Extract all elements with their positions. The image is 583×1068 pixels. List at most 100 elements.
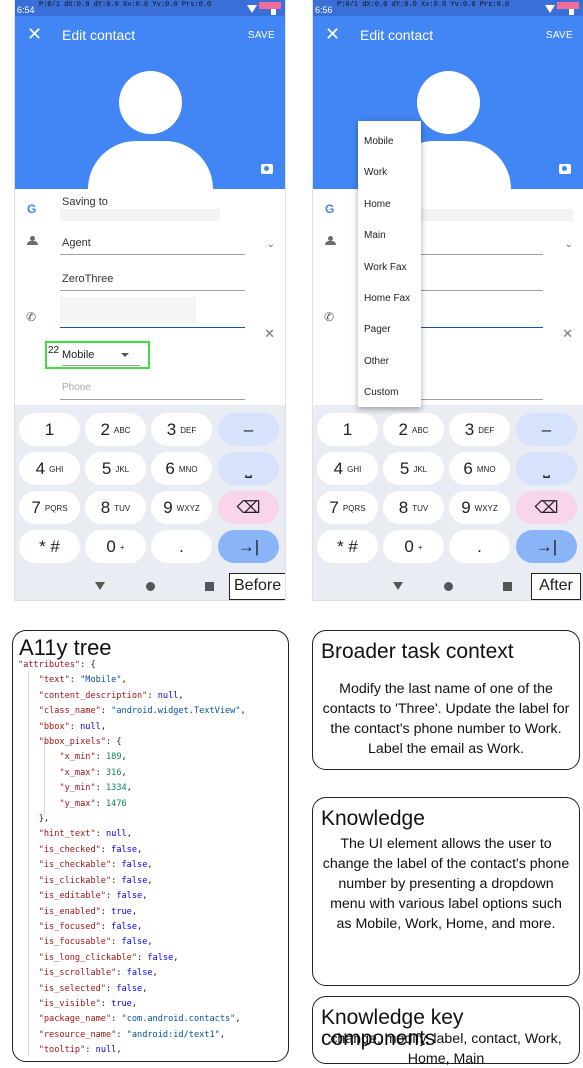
recents-icon[interactable]: [503, 582, 512, 591]
back-icon[interactable]: [393, 582, 403, 590]
key-6[interactable]: 6 MNO: [449, 452, 510, 485]
key-5[interactable]: 5 JKL: [383, 452, 444, 485]
menu-item-other[interactable]: Other: [364, 356, 389, 367]
home-icon[interactable]: [444, 582, 453, 591]
key-0[interactable]: 0 +: [85, 530, 146, 563]
last-name-field[interactable]: ZeroThree: [62, 273, 113, 285]
numeric-keyboard: 1 2 ABC 3 DEF – 4 GHI 5 JKL 6 MNO ⎵ 7 PQRS 8 TU…: [15, 405, 285, 574]
last-name-underline: [60, 290, 245, 291]
person-icon: [325, 236, 336, 245]
pointer-debug-readout: P:0/1 dX:0.0 dY:0.0 Xv:0.0 Yv:0.0 Prs:0.…: [39, 1, 212, 9]
phone-hint-underline: [60, 399, 245, 400]
key-0[interactable]: 0 +: [383, 530, 444, 563]
save-button[interactable]: SAVE: [248, 30, 275, 41]
phone-number-field[interactable]: [60, 297, 196, 323]
backspace-key[interactable]: ⌫: [516, 491, 577, 524]
account-value-redacted: [60, 209, 220, 221]
numeric-keyboard: 1 2 ABC 3 DEF – 4 GHI 5 JKL 6 MNO ⎵ 7 PQRS 8 TU…: [313, 405, 583, 574]
key-7[interactable]: 7 PQRS: [19, 491, 80, 524]
chevron-down-icon[interactable]: ⌄: [267, 239, 275, 250]
dropdown-arrow-icon: [121, 353, 129, 357]
save-button[interactable]: SAVE: [546, 30, 573, 41]
phone-icon: ✆: [26, 310, 37, 324]
pointer-size-badge: [259, 2, 281, 9]
status-bar: 6:56 P:0/1 dX:0.0 dY:0.0 Xv:0.0 Yv:0.0 P…: [313, 0, 583, 16]
key-4[interactable]: 4 GHI: [317, 452, 378, 485]
knowledge-panel: Knowledge The UI element allows the user…: [312, 797, 580, 986]
key-dot[interactable]: .: [151, 530, 212, 563]
key-components-panel: Knowledge key components change, modify,…: [312, 996, 580, 1067]
after-screenshot: 6:56 P:0/1 dX:0.0 dY:0.0 Xv:0.0 Yv:0.0 P…: [313, 0, 583, 600]
pointer-debug-readout: P:0/1 dX:0.0 dY:0.0 Xv:0.0 Yv:0.0 Prs:0.…: [337, 1, 510, 9]
key-2[interactable]: 2 ABC: [85, 413, 146, 446]
back-icon[interactable]: [95, 582, 105, 590]
phone-label-dropdown[interactable]: 22 Mobile: [45, 341, 150, 369]
contact-form: G Saving to Agent ⌄ ZeroThree ✆ ✕ 22 Mob…: [15, 189, 285, 402]
contact-photo-area: [313, 56, 583, 189]
first-name-field[interactable]: Agent: [62, 237, 91, 249]
menu-item-main[interactable]: Main: [364, 230, 386, 241]
page-title: Edit contact: [360, 27, 434, 43]
key-minus[interactable]: –: [516, 413, 577, 446]
wifi-icon: [545, 5, 555, 13]
menu-item-home[interactable]: Home: [364, 199, 391, 210]
camera-icon[interactable]: [559, 164, 571, 174]
menu-item-home-fax[interactable]: Home Fax: [364, 293, 410, 304]
key-9[interactable]: 9 WXYZ: [449, 491, 510, 524]
key-6[interactable]: 6 MNO: [151, 452, 212, 485]
contact-photo-area: [15, 56, 285, 189]
pointer-size-badge: [557, 2, 579, 9]
menu-item-mobile[interactable]: Mobile: [364, 136, 393, 147]
avatar-head: [417, 71, 480, 134]
space-key[interactable]: ⎵: [516, 452, 577, 485]
clear-icon[interactable]: ✕: [264, 326, 275, 342]
key-minus[interactable]: –: [218, 413, 279, 446]
saving-to-label: Saving to: [62, 196, 108, 208]
close-icon[interactable]: ✕: [325, 25, 340, 43]
home-icon[interactable]: [146, 582, 155, 591]
key-4[interactable]: 4 GHI: [19, 452, 80, 485]
app-bar: ✕ Edit contact SAVE: [313, 16, 583, 56]
phone-hint[interactable]: Phone: [62, 382, 91, 393]
key-7[interactable]: 7 PQRS: [317, 491, 378, 524]
space-key[interactable]: ⎵: [218, 452, 279, 485]
next-key[interactable]: →|: [516, 530, 577, 563]
status-time: 6:54: [17, 5, 35, 15]
wifi-icon: [247, 5, 257, 13]
menu-item-work-fax[interactable]: Work Fax: [364, 262, 407, 273]
backspace-key[interactable]: ⌫: [218, 491, 279, 524]
menu-item-custom[interactable]: Custom: [364, 387, 398, 398]
a11y-tree-panel: A11y tree "attributes": { "text": "Mobil…: [12, 630, 289, 1062]
key-2[interactable]: 2 ABC: [383, 413, 444, 446]
key-1[interactable]: 1: [317, 413, 378, 446]
app-bar: ✕ Edit contact SAVE: [15, 16, 285, 56]
camera-icon[interactable]: [261, 164, 273, 174]
clear-icon[interactable]: ✕: [562, 326, 573, 342]
page-title: Edit contact: [62, 27, 136, 43]
key-5[interactable]: 5 JKL: [85, 452, 146, 485]
menu-item-work[interactable]: Work: [364, 167, 387, 178]
next-key[interactable]: →|: [218, 530, 279, 563]
menu-item-pager[interactable]: Pager: [364, 324, 391, 335]
phone-label-menu: Mobile Work Home Main Work Fax Home Fax …: [358, 121, 421, 407]
first-name-underline: [60, 254, 245, 255]
key-star-hash[interactable]: * #: [317, 530, 378, 563]
key-1[interactable]: 1: [19, 413, 80, 446]
phone-icon: ✆: [324, 310, 335, 324]
knowledge-title: Knowledge: [321, 807, 425, 830]
a11y-tree-title: A11y tree: [19, 635, 112, 660]
close-icon[interactable]: ✕: [27, 25, 42, 43]
before-screenshot: 6:54 P:0/1 dX:0.0 dY:0.0 Xv:0.0 Yv:0.0 P…: [15, 0, 285, 600]
key-9[interactable]: 9 WXYZ: [151, 491, 212, 524]
google-account-icon: G: [27, 202, 37, 216]
key-3[interactable]: 3 DEF: [151, 413, 212, 446]
key-3[interactable]: 3 DEF: [449, 413, 510, 446]
key-dot[interactable]: .: [449, 530, 510, 563]
recents-icon[interactable]: [205, 582, 214, 591]
chevron-down-icon[interactable]: ⌄: [565, 239, 573, 250]
person-icon: [27, 236, 38, 245]
key-8[interactable]: 8 TUV: [383, 491, 444, 524]
key-star-hash[interactable]: * #: [19, 530, 80, 563]
key-8[interactable]: 8 TUV: [85, 491, 146, 524]
google-account-icon: G: [325, 202, 335, 216]
